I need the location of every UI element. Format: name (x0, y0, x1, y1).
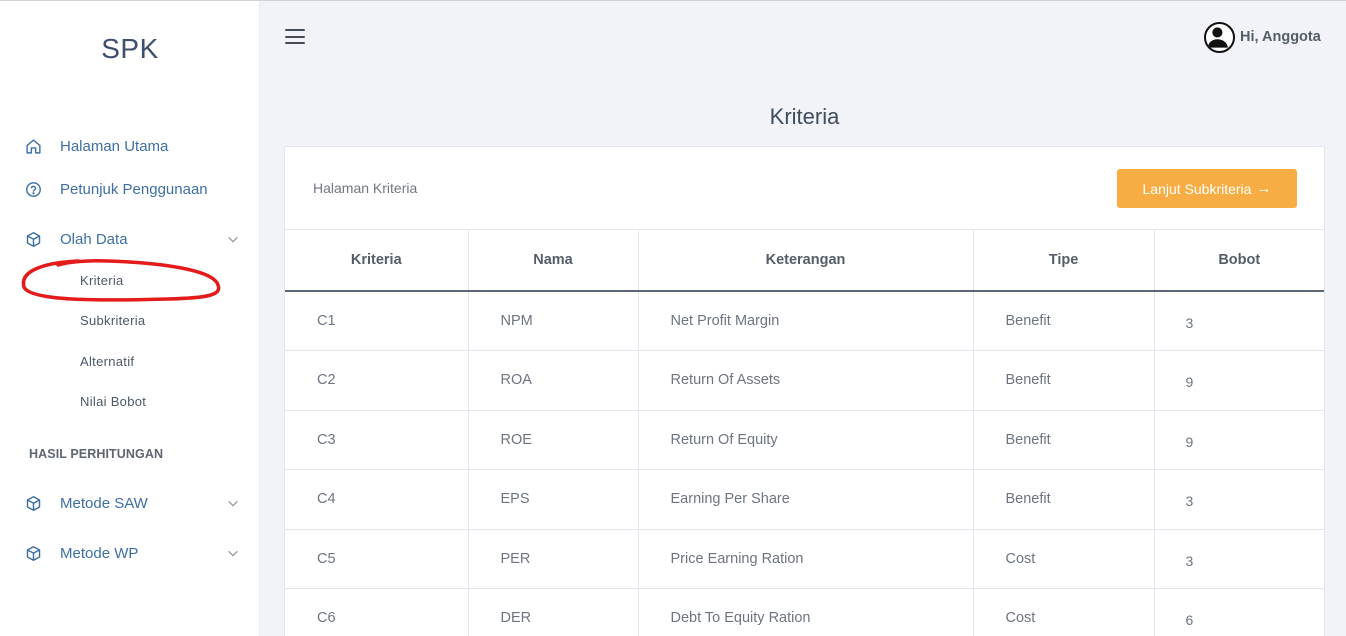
table-cell: EPS (468, 469, 639, 530)
table-cell: C3 (285, 410, 469, 470)
table-cell: C2 (285, 350, 469, 411)
table-cell: 3 (1154, 469, 1324, 530)
help-circle-icon (24, 180, 42, 198)
table-cell: Cost (973, 529, 1155, 589)
sidebar-subitem-nilai-bobot[interactable]: Nilai Bobot (80, 394, 146, 409)
table-cell: Cost (973, 588, 1155, 636)
sidebar-item-metode-saw[interactable]: Metode SAW (24, 491, 240, 515)
home-icon (24, 137, 42, 155)
sidebar-item-label: Olah Data (60, 230, 128, 248)
button-label: Lanjut Subkriteria (1142, 180, 1252, 197)
hamburger-menu-icon[interactable] (285, 29, 305, 47)
section-heading-hasil-perhitungan: HASIL PERHITUNGAN (29, 447, 164, 461)
sidebar-item-label: Metode SAW (60, 494, 148, 512)
sidebar-item-halaman-utama[interactable]: Halaman Utama (24, 134, 168, 158)
table-cell: 9 (1154, 410, 1324, 470)
column-header[interactable]: Nama (468, 230, 639, 292)
card-header-label: Halaman Kriteria (313, 180, 418, 196)
user-avatar-icon (1204, 21, 1235, 53)
table-header-row: Kriteria Nama Keterangan Tipe Bobot (285, 230, 1324, 292)
table-cell: ROE (468, 410, 639, 470)
sidebar-item-label: Halaman Utama (60, 137, 169, 155)
column-header[interactable]: Bobot (1154, 230, 1324, 292)
table-cell: 3 (1154, 291, 1324, 351)
kriteria-table: Kriteria Nama Keterangan Tipe Bobot C1 NP… (285, 230, 1324, 636)
sidebar-item-metode-wp[interactable]: Metode WP (24, 541, 240, 565)
table-row: C5 PER Price Earning Ration Cost 3 (285, 529, 1324, 589)
table-cell: Return Of Equity (638, 410, 974, 470)
table-cell: Debt To Equity Ration (638, 588, 974, 636)
brand-logo-text[interactable]: SPK (0, 33, 260, 65)
table-cell: Benefit (973, 410, 1155, 470)
sidebar: SPK Halaman Utama Petunjuk Penggunaan Ol… (0, 1, 260, 636)
page-title: Kriteria (769, 104, 840, 129)
chevron-down-icon[interactable] (226, 496, 240, 510)
table-cell: Benefit (973, 291, 1155, 351)
sidebar-item-olah-data[interactable]: Olah Data (24, 227, 240, 251)
box-icon (24, 230, 42, 248)
sidebar-subitem-kriteria[interactable]: Kriteria (80, 273, 124, 288)
sidebar-item-label: Petunjuk Penggunaan (60, 180, 208, 198)
table-cell: 6 (1154, 588, 1324, 636)
table-cell: DER (468, 588, 639, 636)
table-cell: Return Of Assets (638, 350, 974, 411)
lanjut-subkriteria-button[interactable]: Lanjut Subkriteria → (1117, 169, 1297, 208)
table-cell: Benefit (973, 350, 1155, 411)
table-cell: NPM (468, 291, 639, 351)
table-row: C2 ROA Return Of Assets Benefit 9 (285, 350, 1324, 411)
user-greeting: Hi, Anggota (1240, 29, 1321, 45)
chevron-down-icon[interactable] (226, 546, 240, 560)
table-cell: 9 (1154, 350, 1324, 411)
table-cell: PER (468, 529, 639, 589)
table-row: C4 EPS Earning Per Share Benefit 3 (285, 469, 1324, 530)
table-cell: C1 (285, 291, 469, 351)
user-menu[interactable]: Hi, Anggota (1204, 21, 1321, 53)
arrow-right-icon: → (1256, 180, 1272, 197)
table-cell: C6 (285, 588, 469, 636)
box-icon (24, 494, 42, 512)
table-cell: C5 (285, 529, 469, 589)
box-icon (24, 544, 42, 562)
column-header[interactable]: Tipe (973, 230, 1155, 292)
chevron-down-icon[interactable] (226, 232, 240, 246)
kriteria-card: Halaman Kriteria Lanjut Subkriteria → Kr… (284, 146, 1325, 636)
table-cell: C4 (285, 469, 469, 530)
table-cell: Benefit (973, 469, 1155, 530)
table-cell: ROA (468, 350, 639, 411)
table-row: C3 ROE Return Of Equity Benefit 9 (285, 410, 1324, 470)
table-cell: Price Earning Ration (638, 529, 974, 589)
column-header[interactable]: Kriteria (285, 230, 469, 292)
table-row: C6 DER Debt To Equity Ration Cost 6 (285, 588, 1324, 636)
column-header[interactable]: Keterangan (638, 230, 974, 292)
card-header: Halaman Kriteria Lanjut Subkriteria → (285, 147, 1324, 230)
table-cell: Net Profit Margin (638, 291, 974, 351)
sidebar-item-label: Metode WP (60, 544, 139, 562)
sidebar-item-petunjuk-penggunaan[interactable]: Petunjuk Penggunaan (24, 177, 208, 201)
table-row: C1 NPM Net Profit Margin Benefit 3 (285, 291, 1324, 351)
table-cell: 3 (1154, 529, 1324, 589)
table-cell: Earning Per Share (638, 469, 974, 530)
sidebar-subitem-subkriteria[interactable]: Subkriteria (80, 313, 145, 328)
sidebar-subitem-alternatif[interactable]: Alternatif (80, 354, 134, 369)
